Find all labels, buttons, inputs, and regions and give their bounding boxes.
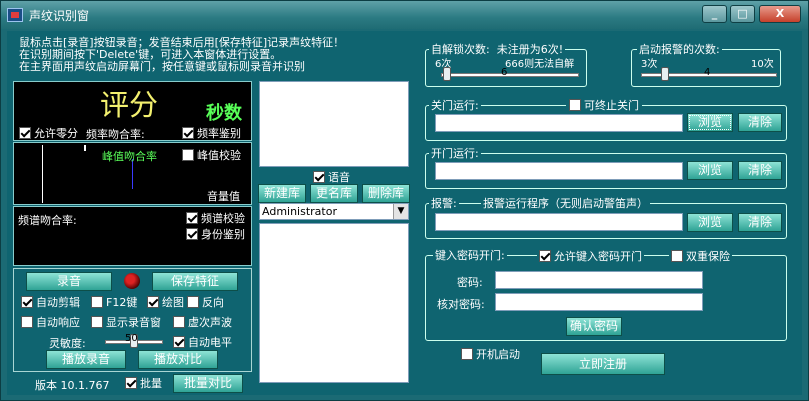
unlock-max-note: 666则无法自解 xyxy=(505,59,575,70)
reverse-checkbox[interactable]: 反向 xyxy=(187,294,224,310)
spectrum-match-label: 频谱吻合率: xyxy=(18,214,77,227)
confirm-password-label: 核对密码: xyxy=(437,298,485,311)
close-button[interactable]: X xyxy=(759,5,801,23)
unlock-slider-thumb[interactable] xyxy=(443,67,451,81)
window-title: 声纹识别窗 xyxy=(29,9,90,23)
chevron-down-icon[interactable]: ▼ xyxy=(393,204,408,219)
open-run-browse-button[interactable]: 浏览 xyxy=(687,161,733,180)
app-window: 声纹识别窗 _ □ X 鼠标点击[录音]按钮录音；发音结束后用[保存特征]记录声… xyxy=(0,0,809,401)
delete-library-button[interactable]: 删除库 xyxy=(362,184,410,203)
title-bar[interactable]: 声纹识别窗 _ □ X xyxy=(1,1,808,29)
open-run-label: 开门运行: xyxy=(429,145,481,161)
rename-library-button[interactable]: 更名库 xyxy=(310,184,358,203)
app-icon xyxy=(7,8,23,22)
batch-compare-button[interactable]: 批量对比 xyxy=(173,374,243,393)
auto-respond-checkbox[interactable]: 自动响应 xyxy=(21,314,80,330)
double-insurance-checkbox[interactable]: 双重保险 xyxy=(669,248,732,264)
freq-match-label: 频率吻合率: xyxy=(86,128,145,141)
hint-line-3: 在主界面用声纹启动屏幕门，按任意键或鼠标则录音并识别 xyxy=(19,60,305,73)
confirm-password-input[interactable] xyxy=(495,293,703,311)
open-run-clear-button[interactable]: 清除 xyxy=(738,161,782,180)
f12-checkbox[interactable]: F12键 xyxy=(91,294,137,310)
unlock-slider-track[interactable] xyxy=(441,73,579,77)
new-library-button[interactable]: 新建库 xyxy=(258,184,306,203)
password-input[interactable] xyxy=(495,271,703,289)
confirm-password-button[interactable]: 确认密码 xyxy=(566,317,622,336)
password-group-label: 键入密码开门: xyxy=(433,247,507,263)
instruction-text: 鼠标点击[录音]按钮录音；发音结束后用[保存特征]记录声纹特征！ 在识别期间按下… xyxy=(19,37,344,73)
alarm-count-value: 4 xyxy=(704,67,711,78)
peak-panel: 峰值吻合率 峰值校验 音量值 xyxy=(13,142,252,205)
identity-check-checkbox[interactable]: 身份鉴别 xyxy=(186,226,245,242)
volume-label: 音量值 xyxy=(207,190,240,203)
alarm-count-slider-thumb[interactable] xyxy=(661,67,669,81)
user-list[interactable] xyxy=(259,223,409,383)
seconds-label: 秒数 xyxy=(206,103,242,124)
user-select-value: Administrator xyxy=(262,205,337,218)
play-compare-button[interactable]: 播放对比 xyxy=(138,350,218,369)
close-run-browse-button[interactable]: 浏览 xyxy=(687,113,733,132)
alarm-path-input[interactable] xyxy=(435,213,683,231)
close-run-clear-button[interactable]: 清除 xyxy=(738,113,782,132)
peak-marker-line xyxy=(42,145,43,203)
maximize-button[interactable]: □ xyxy=(730,5,755,23)
plot-checkbox[interactable]: 绘图 xyxy=(147,294,184,310)
alarm-desc: 报警运行程序（无则启动警笛声） xyxy=(481,195,650,211)
terminate-close-checkbox[interactable]: 可终止关门 xyxy=(566,97,642,113)
peak-tick xyxy=(84,145,86,151)
save-feature-button[interactable]: 保存特征 xyxy=(152,272,238,291)
user-select[interactable]: Administrator ▼ xyxy=(259,203,409,220)
minimize-button[interactable]: _ xyxy=(702,5,727,23)
preview-box xyxy=(259,81,409,167)
close-run-label: 关门运行: xyxy=(429,97,481,113)
register-button[interactable]: 立即注册 xyxy=(541,353,665,375)
auto-level-checkbox[interactable]: 自动电平 xyxy=(173,334,232,350)
batch-checkbox[interactable]: 批量 xyxy=(125,375,162,391)
unlock-value: 6 xyxy=(501,67,508,78)
open-run-path-input[interactable] xyxy=(435,162,683,180)
record-indicator-icon xyxy=(124,273,140,289)
version-label: 版本 10.1.767 xyxy=(35,379,110,392)
alarm-count-min: 3次 xyxy=(641,59,658,70)
alarm-clear-button[interactable]: 清除 xyxy=(738,213,782,232)
peak-match-label: 峰值吻合率 xyxy=(102,150,157,163)
sensitivity-value: 50 xyxy=(125,333,138,344)
play-record-button[interactable]: 播放录音 xyxy=(46,350,126,369)
allow-password-checkbox[interactable]: 允许键入密码开门 xyxy=(537,248,644,264)
show-record-window-checkbox[interactable]: 显示录音窗 xyxy=(91,314,161,330)
freq-check-checkbox[interactable]: 频率鉴别 xyxy=(182,125,241,141)
score-panel: 评分 秒数 允许零分 频率吻合率: 频率鉴别 xyxy=(13,81,252,141)
sensitivity-label: 灵敏度: xyxy=(49,337,86,350)
record-button[interactable]: 录音 xyxy=(26,272,112,291)
virtual-wave-checkbox[interactable]: 虚次声波 xyxy=(173,314,232,330)
alarm-count-max: 10次 xyxy=(751,59,774,70)
spectrum-panel: 频谱吻合率: 频谱校验 身份鉴别 xyxy=(13,206,252,266)
alarm-browse-button[interactable]: 浏览 xyxy=(687,213,733,232)
score-title: 评分 xyxy=(100,88,159,122)
startup-checkbox[interactable]: 开机启动 xyxy=(461,346,520,362)
close-run-path-input[interactable] xyxy=(435,114,683,132)
auto-trim-checkbox[interactable]: 自动剪辑 xyxy=(21,294,80,310)
spectrum-check-checkbox[interactable]: 频谱校验 xyxy=(186,210,245,226)
allow-zero-checkbox[interactable]: 允许零分 xyxy=(19,125,78,141)
voice-checkbox[interactable]: 语音 xyxy=(313,169,350,185)
alarm-label: 报警: xyxy=(429,195,459,211)
peak-check-checkbox[interactable]: 峰值校验 xyxy=(182,147,241,163)
password-label: 密码: xyxy=(457,276,483,289)
